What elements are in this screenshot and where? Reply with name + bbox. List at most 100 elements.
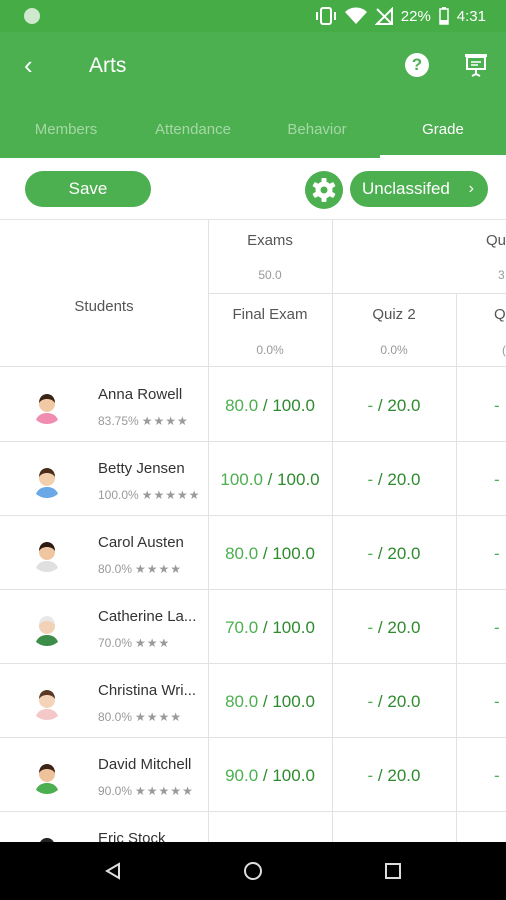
next-score: - (494, 470, 500, 489)
help-icon[interactable]: ? (405, 53, 429, 77)
save-button[interactable]: Save (25, 171, 151, 207)
app-bar: ‹ Arts ? Members Attendance Behavior Gra… (0, 32, 506, 158)
quiz-2-score-cell[interactable]: - / 20.0 (332, 766, 456, 786)
final-exam-score-cell[interactable]: 80.0 / 100.0 (208, 544, 332, 564)
final-exam-max: / 100.0 (258, 766, 315, 785)
final-exam-max: / 100.0 (258, 692, 315, 711)
chevron-right-icon: › (468, 180, 474, 197)
battery-percent: 22% (400, 7, 431, 25)
column-final-exam[interactable]: Final Exam (208, 306, 332, 323)
final-exam-score: 80.0 (225, 396, 259, 415)
column-next[interactable]: Q (494, 306, 506, 323)
student-avatar (30, 390, 64, 424)
final-exam-score-cell[interactable]: 90.0 / 100.0 (208, 766, 332, 786)
student-average: 90.0% ★★★★★ (98, 784, 194, 798)
student-stars: ★★★★ (141, 414, 189, 428)
final-exam-score-cell[interactable]: 80.0 / 100.0 (208, 692, 332, 712)
wifi-icon (344, 7, 367, 24)
no-signal-icon (374, 7, 393, 25)
category-dropdown-button[interactable]: Unclassifed › (350, 171, 488, 207)
final-exam-score-cell[interactable]: 80.0 / 100.0 (208, 396, 332, 416)
next-score: - (494, 618, 500, 637)
grade-table: Students Exams 50.0 Qu 3 Final Exam 0.0%… (0, 220, 506, 842)
final-exam-score-cell[interactable]: 100.0 / 100.0 (208, 470, 332, 490)
tab-members[interactable]: Members (0, 112, 132, 158)
student-stars: ★★★★★ (141, 488, 201, 502)
student-avatar (30, 538, 64, 572)
column-final-exam-weight: 0.0% (256, 343, 284, 357)
final-exam-max: / 100.0 (262, 470, 320, 489)
quiz-2-max: / 20.0 (373, 766, 421, 785)
student-row[interactable]: Christina Wri... 80.0% ★★★★ 80.0 / 100.0- /… (0, 664, 506, 738)
student-name: Carol Austen (98, 534, 184, 551)
student-name: Betty Jensen (98, 460, 185, 477)
student-avatar (30, 760, 64, 794)
group-quizzes-weight: 3 (498, 268, 505, 282)
student-avatar (30, 834, 64, 842)
student-row[interactable]: Betty Jensen 100.0% ★★★★★ 100.0 / 100.0- / … (0, 442, 506, 516)
next-score-cell[interactable]: - (494, 618, 506, 638)
next-score-cell[interactable]: - (494, 470, 506, 490)
student-stars: ★★★ (135, 636, 171, 650)
student-row[interactable]: Anna Rowell 83.75% ★★★★ 80.0 / 100.0- / 20.… (0, 368, 506, 442)
back-arrow-icon[interactable]: ‹ (24, 50, 33, 80)
student-row[interactable]: Eric Stock (0, 812, 506, 842)
home-circle-icon[interactable] (243, 861, 263, 881)
quiz-2-score-cell[interactable]: - / 20.0 (332, 396, 456, 416)
final-exam-max: / 100.0 (258, 396, 315, 415)
tab-attendance[interactable]: Attendance (132, 112, 254, 158)
student-avatar (30, 464, 64, 498)
column-next-weight: ( (502, 343, 506, 357)
back-triangle-icon[interactable] (104, 862, 122, 880)
tab-behavior[interactable]: Behavior (254, 112, 380, 158)
group-exams-weight: 50.0 (258, 268, 282, 282)
final-exam-score: 80.0 (225, 692, 259, 711)
category-label: Unclassifed (362, 179, 450, 198)
quiz-2-score-cell[interactable]: - / 20.0 (332, 692, 456, 712)
clock: 4:31 (456, 7, 486, 25)
final-exam-score: 70.0 (225, 618, 259, 637)
quiz-2-max: / 20.0 (373, 396, 421, 415)
student-row[interactable]: Catherine La... 70.0% ★★★ 70.0 / 100.0- / 2… (0, 590, 506, 664)
student-row[interactable]: Carol Austen 80.0% ★★★★ 80.0 / 100.0- / 20.… (0, 516, 506, 590)
quiz-2-score-cell[interactable]: - / 20.0 (332, 618, 456, 638)
next-score: - (494, 692, 500, 711)
next-score-cell[interactable]: - (494, 544, 506, 564)
tab-grade[interactable]: Grade (380, 112, 506, 158)
final-exam-score: 80.0 (225, 544, 259, 563)
final-exam-max: / 100.0 (258, 618, 315, 637)
quiz-2-score-cell[interactable]: - / 20.0 (332, 470, 456, 490)
student-stars: ★★★★★ (135, 784, 194, 798)
presentation-icon[interactable] (463, 52, 489, 78)
student-stars: ★★★★ (135, 710, 183, 724)
quiz-2-max: / 20.0 (373, 470, 421, 489)
final-exam-score: 90.0 (225, 766, 259, 785)
system-nav-bar (0, 842, 506, 900)
final-exam-score-cell[interactable]: 70.0 / 100.0 (208, 618, 332, 638)
next-score-cell[interactable]: - (494, 396, 506, 416)
student-percent: 80.0% (98, 562, 133, 576)
battery-charging-icon (439, 7, 449, 25)
next-score: - (494, 766, 500, 785)
student-name: Christina Wri... (98, 682, 197, 699)
recents-square-icon[interactable] (384, 862, 402, 880)
vibrate-icon (315, 7, 336, 25)
notification-dot-icon (24, 8, 40, 24)
student-percent: 100.0% (98, 488, 139, 502)
column-quiz-2[interactable]: Quiz 2 (332, 306, 456, 323)
next-score-cell[interactable]: - (494, 766, 506, 786)
settings-gear-button[interactable] (305, 171, 343, 209)
final-exam-score: 100.0 (220, 470, 263, 489)
student-row[interactable]: David Mitchell 90.0% ★★★★★ 90.0 / 100.0- / … (0, 738, 506, 812)
quiz-2-max: / 20.0 (373, 618, 421, 637)
student-stars: ★★★★ (135, 562, 183, 576)
page-title: Arts (89, 54, 127, 77)
student-avatar (30, 612, 64, 646)
gear-icon (312, 178, 336, 202)
column-quiz-2-weight: 0.0% (380, 343, 408, 357)
group-exams-header: Exams (247, 232, 293, 249)
student-percent: 70.0% (98, 636, 133, 650)
quiz-2-score-cell[interactable]: - / 20.0 (332, 544, 456, 564)
next-score-cell[interactable]: - (494, 692, 506, 712)
student-average: 83.75% ★★★★ (98, 414, 189, 428)
